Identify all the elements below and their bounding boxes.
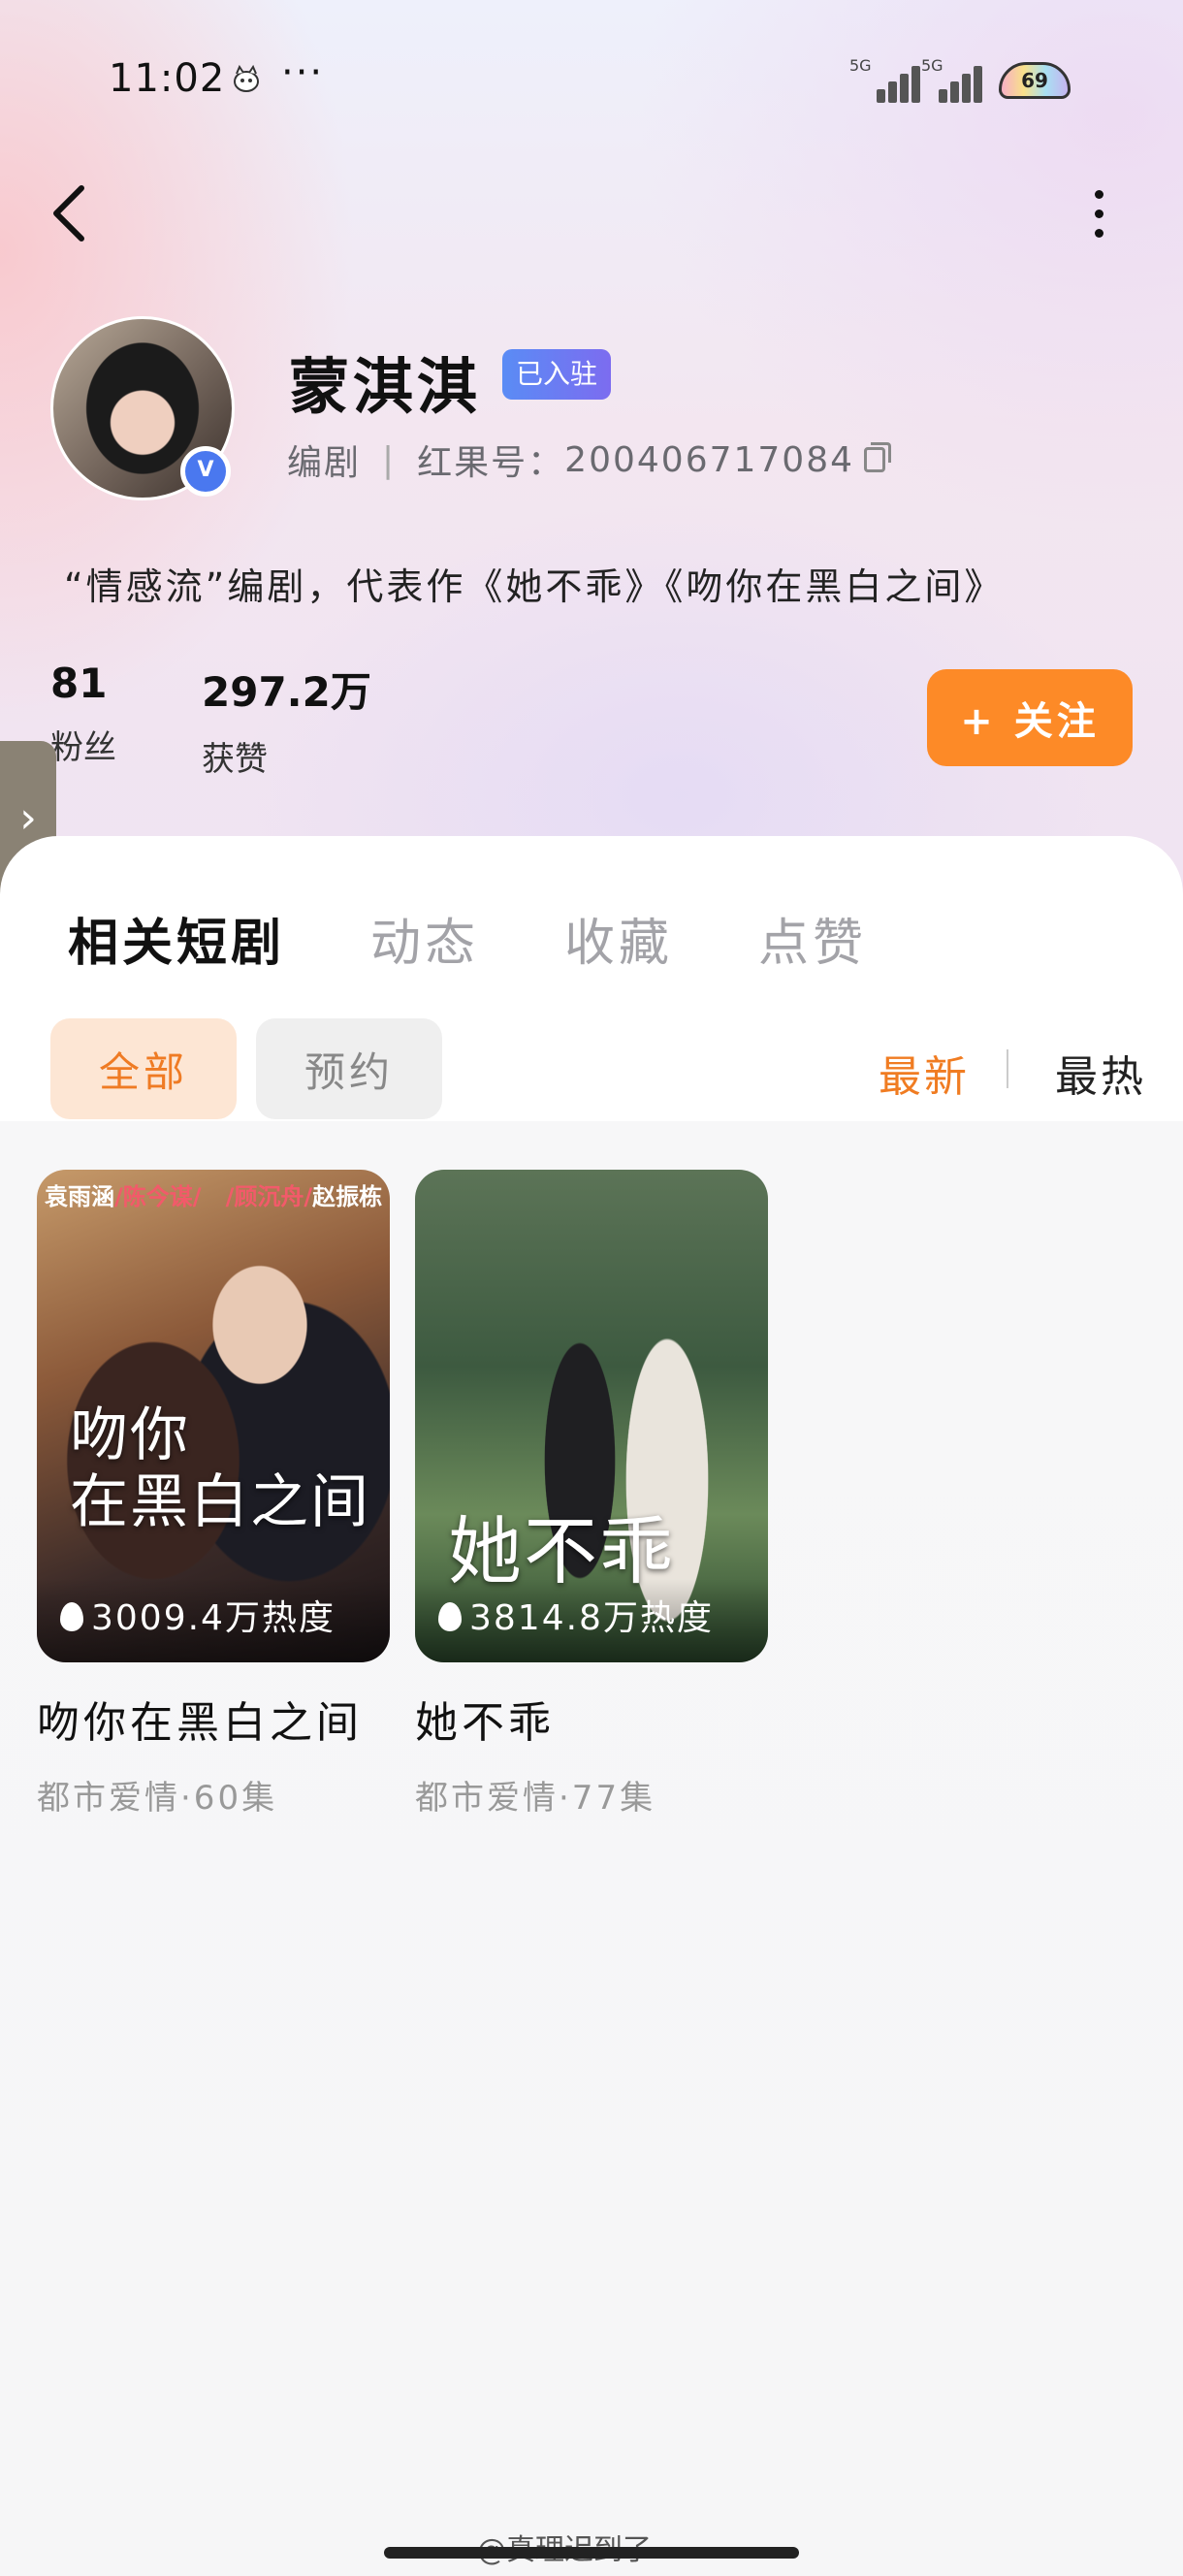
home-indicator[interactable] [384, 2547, 799, 2559]
tab-related-dramas[interactable]: 相关短剧 [68, 902, 285, 975]
likes-stat[interactable]: 297.2万 获赞 [202, 660, 371, 780]
drama-meta: 都市爱情·77集 [415, 1779, 656, 1818]
likes-label: 获赞 [202, 740, 268, 779]
drama-card[interactable]: 袁雨涵/陈今谋/ /顾沉舟/赵振栋 吻你 在黑白之间 3009.4万热度 吻你在… [37, 1170, 390, 1819]
verified-icon: V [180, 446, 231, 497]
profile-name: 蒙淇淇 [289, 351, 482, 422]
likes-count: 297.2万 [202, 668, 371, 716]
drama-poster[interactable]: 袁雨涵/陈今谋/ /顾沉舟/赵振栋 吻你 在黑白之间 3009.4万热度 [37, 1170, 390, 1662]
pet-notification-icon [234, 64, 259, 92]
profile-role: 编剧 [287, 443, 362, 483]
more-options-icon[interactable] [1076, 180, 1125, 248]
profile-id-label: 红果号： [417, 443, 565, 483]
tab-likes[interactable]: 点赞 [758, 902, 867, 975]
tab-posts[interactable]: 动态 [370, 902, 479, 975]
signal-icon: 5G [921, 56, 999, 103]
battery-icon: 69 [999, 62, 1071, 99]
status-bar: 11:02 ··· 5G 5G 69 [0, 0, 1183, 155]
sort-hottest[interactable]: 最热 [1055, 1042, 1146, 1104]
flame-icon [60, 1602, 83, 1631]
fans-stat[interactable]: 81 粉丝 [50, 660, 116, 768]
fans-label: 粉丝 [50, 728, 116, 767]
heat-label: 3009.4万热度 [37, 1579, 390, 1662]
follow-button[interactable]: + 关注 [927, 669, 1133, 766]
profile-meta: 编剧 | 红果号： 200406717084 [287, 435, 892, 485]
drama-title: 吻你在黑白之间 [37, 1698, 363, 1748]
filter-reserve-button[interactable]: 预约 [256, 1018, 442, 1119]
poster-cast: 袁雨涵/陈今谋/ /顾沉舟/赵振栋 [45, 1183, 383, 1210]
divider: | [382, 439, 397, 480]
poster-title: 吻你 在黑白之间 [70, 1401, 370, 1536]
sort-newest[interactable]: 最新 [879, 1042, 970, 1104]
divider [1007, 1049, 1008, 1088]
copy-icon[interactable] [864, 442, 892, 472]
tab-favorites[interactable]: 收藏 [564, 902, 673, 975]
profile-bio: “情感流”编剧，代表作《她不乖》《吻你在黑白之间》 [64, 565, 1005, 608]
drama-poster[interactable]: 她不乖 3814.8万热度 [415, 1170, 768, 1662]
joined-badge: 已入驻 [502, 349, 612, 400]
fans-count: 81 [50, 660, 108, 707]
filter-all-button[interactable]: 全部 [50, 1018, 237, 1119]
signal-icon: 5G [849, 56, 927, 103]
status-time: 11:02 [109, 56, 226, 101]
profile-id-value: 200406717084 [564, 439, 855, 480]
back-icon[interactable] [43, 180, 97, 246]
more-notifications-icon: ··· [281, 50, 325, 95]
drama-meta: 都市爱情·60集 [37, 1779, 278, 1818]
flame-icon [438, 1602, 462, 1631]
chevron-right-icon: › [19, 793, 37, 843]
heat-label: 3814.8万热度 [415, 1579, 768, 1662]
drama-card[interactable]: 她不乖 3814.8万热度 她不乖 都市爱情·77集 [415, 1170, 768, 1819]
drama-title: 她不乖 [415, 1698, 555, 1748]
profile-tabs: 相关短剧 动态 收藏 点赞 [68, 902, 952, 975]
